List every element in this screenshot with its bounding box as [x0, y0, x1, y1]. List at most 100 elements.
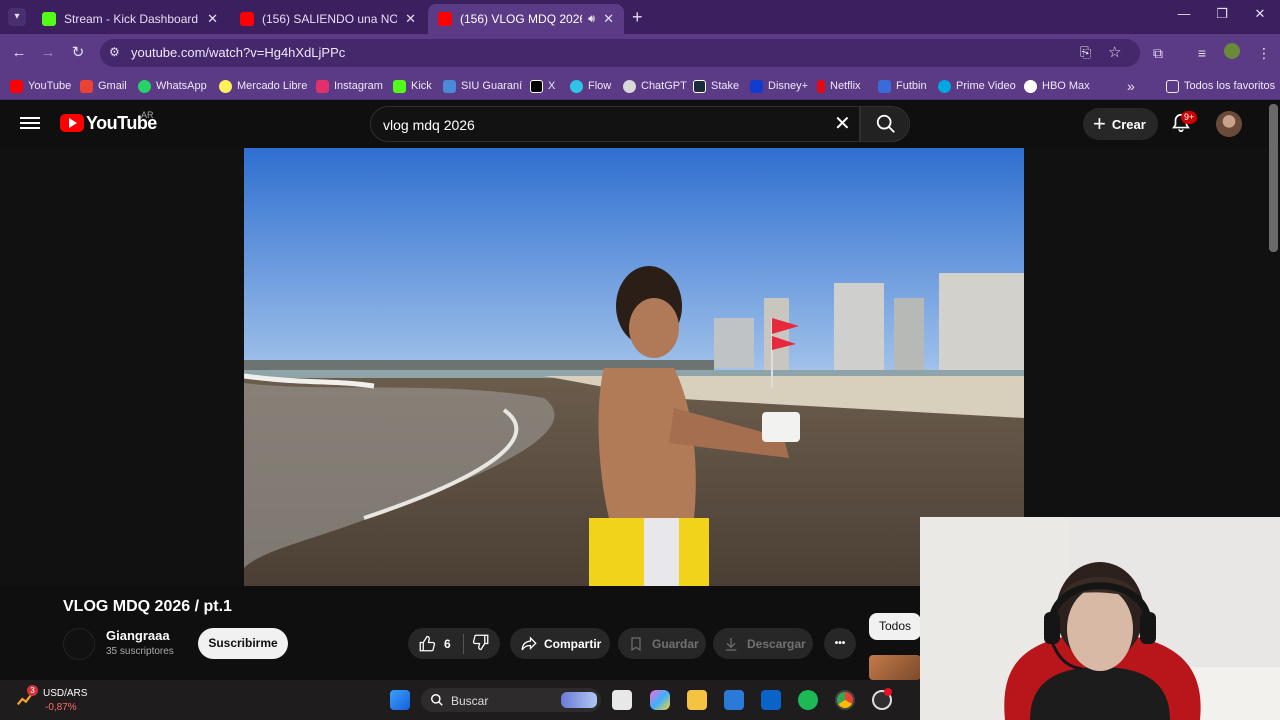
recommended-video-thumbnail[interactable]: [869, 655, 921, 680]
close-icon[interactable]: ✕: [603, 11, 614, 27]
futbin-icon: [878, 79, 891, 93]
bookmark-label: Flow: [588, 80, 612, 92]
bookmark-kick[interactable]: Kick: [393, 77, 432, 95]
bookmark-star-icon[interactable]: ☆: [1108, 43, 1121, 61]
bookmark-prime-video[interactable]: Prime Video: [938, 77, 1016, 95]
taskbar-search-placeholder: Buscar: [451, 694, 489, 708]
tab-vlog-mdq[interactable]: (156) VLOG MDQ 2026 / pt. 🔊︎ ✕: [428, 4, 624, 34]
close-window-button[interactable]: ✕: [1242, 6, 1278, 28]
youtube-logo-icon[interactable]: [60, 114, 84, 132]
notification-dot: [884, 688, 892, 696]
save-label: Guardar: [652, 636, 699, 651]
install-app-icon[interactable]: ⎘: [1080, 44, 1091, 61]
bookmark-mercado-libre[interactable]: Mercado Libre: [219, 77, 307, 95]
search-button[interactable]: [860, 106, 910, 142]
tab-kick-dashboard[interactable]: Stream - Kick Dashboard ✕: [32, 4, 228, 34]
url-text[interactable]: youtube.com/watch?v=Hg4hXdLjPPc: [131, 45, 345, 60]
hamburger-menu-icon[interactable]: [20, 114, 40, 132]
x-icon: [530, 79, 543, 93]
task-view-icon[interactable]: [612, 690, 632, 710]
outlook-icon[interactable]: [761, 690, 781, 710]
site-info-icon[interactable]: ⚙: [109, 45, 120, 59]
bookmark-x[interactable]: X: [530, 77, 555, 95]
address-bar[interactable]: ⚙ youtube.com/watch?v=Hg4hXdLjPPc ⎘ ☆: [100, 39, 1140, 67]
bookmark-instagram[interactable]: Instagram: [316, 77, 383, 95]
more-icon: •••: [834, 638, 846, 649]
whatsapp-icon: [138, 79, 151, 93]
download-button[interactable]: Descargar: [713, 628, 813, 659]
new-tab-button[interactable]: +: [632, 7, 643, 28]
search-query[interactable]: vlog mdq 2026: [383, 117, 475, 133]
bookmark-icon: [631, 636, 641, 651]
bookmark-label: Mercado Libre: [237, 80, 308, 92]
copilot-icon[interactable]: [650, 690, 670, 710]
minimize-button[interactable]: —: [1166, 6, 1202, 28]
webcam-overlay: [920, 517, 1280, 720]
account-avatar[interactable]: [1216, 111, 1242, 137]
bookmark-youtube[interactable]: YouTube: [10, 77, 71, 95]
close-icon[interactable]: ✕: [405, 11, 416, 27]
forward-button[interactable]: →: [37, 42, 59, 64]
bookmark-label: ChatGPT: [641, 80, 687, 92]
create-label: Crear: [1111, 116, 1146, 132]
youtube-icon: [438, 12, 452, 26]
divider: [462, 633, 464, 654]
ticker-name[interactable]: USD/ARS: [43, 688, 87, 699]
chrome-icon[interactable]: [835, 690, 855, 710]
clear-search-icon[interactable]: ✕: [834, 111, 851, 136]
speaker-icon[interactable]: 🔊︎: [588, 13, 595, 26]
save-button[interactable]: Guardar: [618, 628, 706, 659]
ticker-change: -0,87%: [45, 702, 77, 713]
profile-icon[interactable]: [1222, 43, 1242, 63]
windows-start-icon[interactable]: [390, 690, 410, 710]
chevron-down-icon: ▾: [14, 11, 20, 22]
share-button[interactable]: Compartir: [510, 628, 610, 659]
reload-button[interactable]: ↻: [67, 42, 89, 64]
filter-chip-todos[interactable]: Todos: [869, 613, 921, 640]
bookmark-label: SIU Guaraní: [461, 80, 523, 92]
tab-saliendo-noche[interactable]: (156) SALIENDO una NOCHE de ✕: [230, 4, 426, 34]
bookmark-label: Gmail: [98, 80, 127, 92]
channel-name[interactable]: Giangraaa: [106, 628, 170, 643]
bookmark-siu-guarani[interactable]: SIU Guaraní: [443, 77, 522, 95]
spotify-icon[interactable]: [798, 690, 818, 710]
tab-title: (156) VLOG MDQ 2026 / pt.: [460, 12, 582, 26]
bookmark-chatgpt[interactable]: ChatGPT: [623, 77, 687, 95]
channel-avatar[interactable]: [63, 628, 95, 660]
browser-menu-icon[interactable]: ⋮: [1254, 43, 1274, 63]
all-bookmarks-button[interactable]: Todos los favoritos: [1166, 77, 1275, 95]
taskbar-search[interactable]: [421, 688, 601, 712]
microsoft-store-icon[interactable]: [724, 690, 744, 710]
media-controls-icon[interactable]: ≡: [1192, 43, 1212, 63]
bookmark-gmail[interactable]: Gmail: [80, 77, 127, 95]
subscribe-button[interactable]: Suscribirme: [198, 628, 288, 659]
close-icon[interactable]: ✕: [207, 11, 218, 27]
bookmark-whatsapp[interactable]: WhatsApp: [138, 77, 207, 95]
page-scrollbar[interactable]: [1269, 104, 1278, 252]
bookmark-futbin[interactable]: Futbin: [878, 77, 927, 95]
youtube-header: YouTube AR vlog mdq 2026 ✕ + Crear 9+: [0, 100, 1280, 148]
bookmark-label: Netflix: [830, 80, 861, 92]
bookmark-hbo-max[interactable]: HBO Max: [1024, 77, 1090, 95]
bookmark-stake[interactable]: Stake: [693, 77, 739, 95]
bookmark-netflix[interactable]: Netflix: [817, 77, 861, 95]
flow-icon: [570, 79, 583, 93]
bookmark-disney[interactable]: Disney+: [750, 77, 808, 95]
windows-taskbar: 3 USD/ARS -0,87% Buscar: [0, 680, 920, 720]
file-explorer-icon[interactable]: [687, 690, 707, 710]
search-input[interactable]: vlog mdq 2026: [370, 106, 860, 142]
prime-video-icon: [938, 79, 951, 93]
bookmark-flow[interactable]: Flow: [570, 77, 611, 95]
back-button[interactable]: ←: [8, 42, 30, 64]
create-button[interactable]: + Crear: [1083, 108, 1158, 140]
subscriber-count: 35 suscriptores: [106, 646, 174, 657]
extensions-icon[interactable]: ⧉: [1148, 43, 1168, 63]
bookmark-label: HBO Max: [1042, 80, 1090, 92]
like-button[interactable]: 6: [408, 635, 451, 653]
more-actions-button[interactable]: •••: [824, 628, 856, 659]
restore-button[interactable]: ❐: [1204, 6, 1240, 28]
more-bookmarks-button[interactable]: »: [1127, 77, 1135, 95]
dislike-button[interactable]: [472, 633, 490, 654]
tab-list-button[interactable]: ▾: [8, 8, 26, 26]
video-player[interactable]: [244, 148, 1024, 586]
